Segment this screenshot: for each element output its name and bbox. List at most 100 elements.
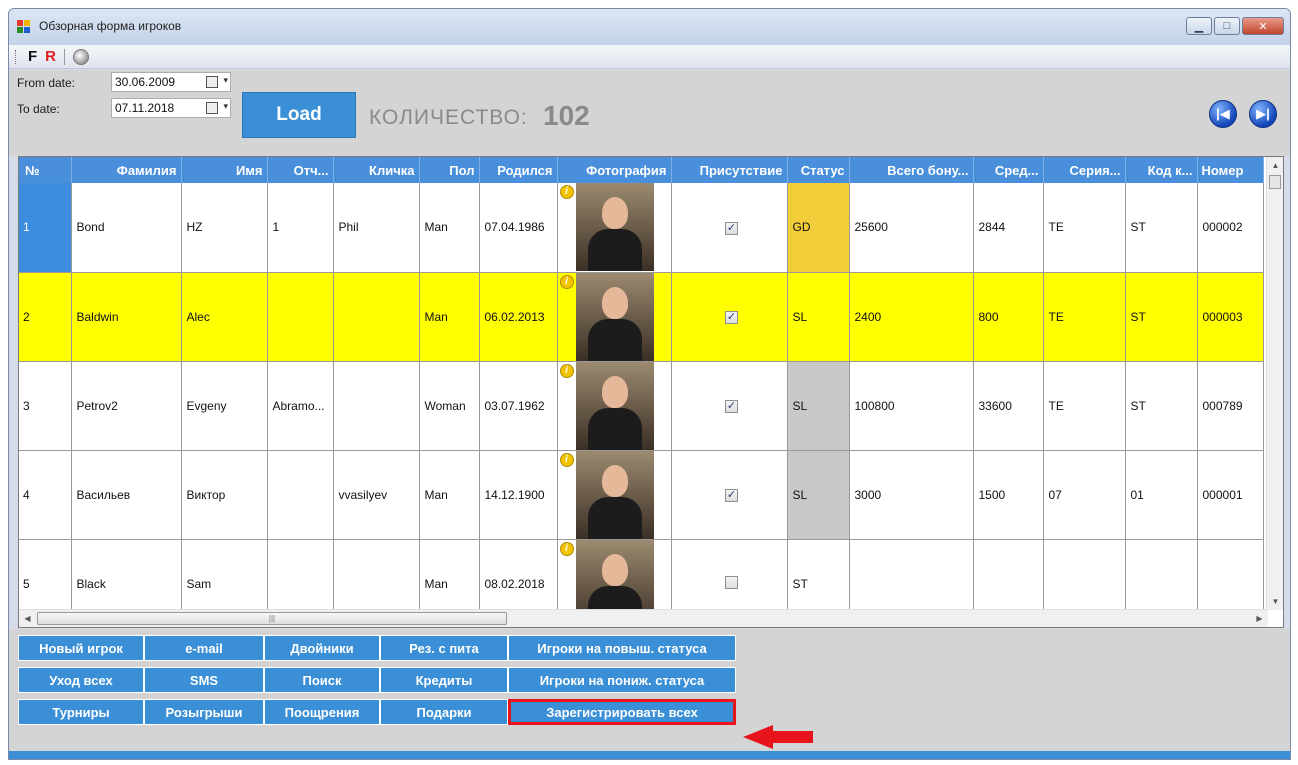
patronymic-cell[interactable] (267, 272, 334, 362)
email-button[interactable]: e-mail (144, 635, 264, 661)
number-cell[interactable]: 000001 (1197, 450, 1264, 540)
birthdate-cell[interactable]: 03.07.1962 (479, 361, 558, 451)
name-cell[interactable]: HZ (181, 183, 268, 273)
column-header[interactable]: Фамилия (71, 157, 182, 183)
presence-checkbox[interactable]: ✓ (725, 311, 738, 324)
surname-cell[interactable]: Petrov2 (71, 361, 182, 451)
tournaments-button[interactable]: Турниры (18, 699, 144, 725)
code-cell[interactable]: ST (1125, 361, 1198, 451)
to-date-picker[interactable]: 07.11.2018 ▾ (111, 98, 231, 118)
presence-checkbox[interactable]: ✓ (725, 489, 738, 502)
average-cell[interactable]: 33600 (973, 361, 1044, 451)
search-button[interactable]: Поиск (264, 667, 380, 693)
bonus-cell[interactable]: 2400 (849, 272, 974, 362)
sex-cell[interactable]: Man (419, 450, 480, 540)
birthdate-cell[interactable]: 06.02.2013 (479, 272, 558, 362)
maximize-button[interactable]: □ (1214, 17, 1240, 35)
calendar-dropdown-icon[interactable]: ▾ (206, 101, 228, 115)
code-cell[interactable]: ST (1125, 272, 1198, 362)
status-cell[interactable]: SL (787, 450, 850, 540)
photo-cell[interactable]: i (557, 272, 672, 362)
patronymic-cell[interactable]: 1 (267, 183, 334, 273)
table-row[interactable]: 4 Васильев Виктор vvasilyev Man 14.12.1900 i ✓ S… (19, 450, 1264, 540)
row-number-cell[interactable]: 2 (19, 272, 72, 362)
column-header[interactable]: Код к... (1125, 157, 1198, 183)
credits-button[interactable]: Кредиты (380, 667, 508, 693)
column-header[interactable]: Статус (787, 157, 850, 183)
duplicates-button[interactable]: Двойники (264, 635, 380, 661)
load-button[interactable]: Load (242, 92, 356, 138)
disc-icon[interactable] (73, 48, 90, 65)
sms-button[interactable]: SMS (144, 667, 264, 693)
table-row[interactable]: 1 Bond HZ 1 Phil Man 07.04.1986 i ✓ GD 25600 2844 TE… (19, 183, 1264, 273)
column-header[interactable]: Серия... (1043, 157, 1126, 183)
status-up-button[interactable]: Игроки на повыш. статуса (508, 635, 736, 661)
row-number-cell[interactable]: 1 (19, 183, 72, 273)
status-cell[interactable]: SL (787, 272, 850, 362)
column-header[interactable]: Всего бону... (849, 157, 974, 183)
series-cell[interactable]: TE (1043, 361, 1126, 451)
scroll-down-icon[interactable]: ▼ (1267, 593, 1283, 610)
sex-cell[interactable]: Man (419, 183, 480, 273)
minimize-button[interactable]: ▁ (1186, 17, 1212, 35)
column-header[interactable]: Отч... (267, 157, 334, 183)
row-number-cell[interactable]: 4 (19, 450, 72, 540)
nickname-cell[interactable] (333, 272, 420, 362)
code-cell[interactable]: 01 (1125, 450, 1198, 540)
name-cell[interactable]: Виктор (181, 450, 268, 540)
previous-record-icon[interactable]: |◀ (1209, 100, 1237, 128)
info-icon[interactable]: i (559, 541, 574, 556)
series-cell[interactable]: TE (1043, 183, 1126, 273)
patronymic-cell[interactable] (267, 450, 334, 540)
draws-button[interactable]: Розыгрыши (144, 699, 264, 725)
presence-cell[interactable]: ✓ (671, 183, 788, 273)
status-cell[interactable]: GD (787, 183, 850, 273)
info-icon[interactable]: i (559, 363, 574, 378)
status-cell[interactable]: SL (787, 361, 850, 451)
column-header[interactable]: Номер (1197, 157, 1264, 183)
table-row[interactable]: 3 Petrov2 Evgeny Abramo... Woman 03.07.1962 i ✓… (19, 361, 1264, 451)
sex-cell[interactable]: Woman (419, 361, 480, 451)
toolbar-f-button[interactable]: F (28, 48, 37, 65)
code-cell[interactable]: ST (1125, 183, 1198, 273)
register-all-button[interactable]: Зарегистрировать всех (508, 699, 736, 725)
series-cell[interactable]: TE (1043, 272, 1126, 362)
column-header[interactable]: № (19, 157, 72, 183)
row-number-cell[interactable]: 3 (19, 361, 72, 451)
bonus-cell[interactable]: 25600 (849, 183, 974, 273)
players-grid[interactable]: № Фамилия Имя Отч... Кличка Пол Родился … (18, 156, 1284, 628)
nickname-cell[interactable]: vvasilyev (333, 450, 420, 540)
nickname-cell[interactable]: Phil (333, 183, 420, 273)
series-cell[interactable]: 07 (1043, 450, 1126, 540)
presence-checkbox[interactable]: ✓ (725, 400, 738, 413)
sex-cell[interactable]: Man (419, 272, 480, 362)
column-header[interactable]: Пол (419, 157, 480, 183)
status-down-button[interactable]: Игроки на пониж. статуса (508, 667, 736, 693)
average-cell[interactable]: 800 (973, 272, 1044, 362)
presence-checkbox[interactable]: ✓ (725, 221, 738, 235)
info-icon[interactable]: i (559, 452, 574, 467)
column-header[interactable]: Сред... (973, 157, 1044, 183)
name-cell[interactable]: Alec (181, 272, 268, 362)
number-cell[interactable]: 000003 (1197, 272, 1264, 362)
number-cell[interactable]: 000789 (1197, 361, 1264, 451)
column-header[interactable]: Родился (479, 157, 558, 183)
from-date-picker[interactable]: 30.06.2009 ▾ (111, 72, 231, 92)
info-icon[interactable]: i (559, 274, 574, 289)
gifts-button[interactable]: Подарки (380, 699, 508, 725)
scroll-up-icon[interactable]: ▲ (1267, 157, 1283, 174)
scroll-left-icon[interactable]: ◀ (19, 610, 36, 627)
toolbar-r-button[interactable]: R (45, 48, 56, 65)
res-pit-button[interactable]: Рез. с пита (380, 635, 508, 661)
presence-cell[interactable]: ✓ (671, 361, 788, 451)
close-button[interactable]: ✕ (1242, 17, 1284, 35)
surname-cell[interactable]: Baldwin (71, 272, 182, 362)
vertical-scroll-thumb[interactable] (1269, 175, 1281, 189)
birthdate-cell[interactable]: 07.04.1986 (479, 183, 558, 273)
leave-all-button[interactable]: Уход всех (18, 667, 144, 693)
scroll-right-icon[interactable]: ▶ (1251, 610, 1268, 627)
calendar-dropdown-icon[interactable]: ▾ (206, 75, 228, 89)
vertical-scrollbar[interactable]: ▲ ▼ (1266, 157, 1283, 610)
patronymic-cell[interactable]: Abramo... (267, 361, 334, 451)
nickname-cell[interactable] (333, 361, 420, 451)
